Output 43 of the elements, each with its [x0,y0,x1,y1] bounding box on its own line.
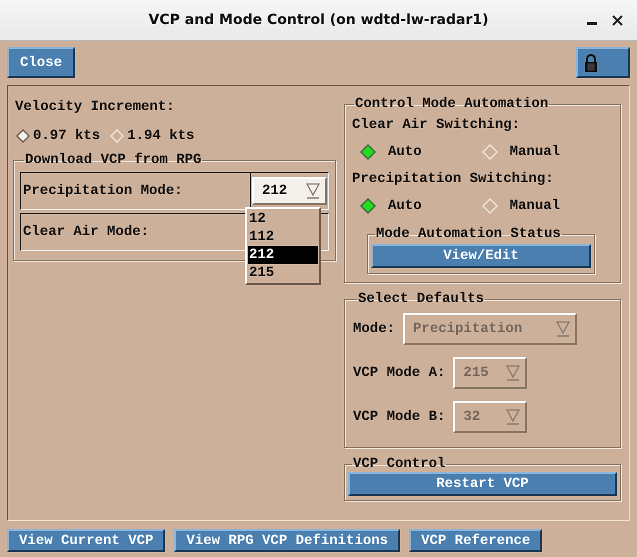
dropdown-option[interactable]: 215 [248,264,318,282]
diamond-icon [360,198,376,214]
group-title: VCP Control [352,456,446,472]
close-icon[interactable] [612,15,623,26]
velocity-increment-label: Velocity Increment: [14,98,176,117]
dropdown-option[interactable]: 112 [248,228,318,246]
velocity-radio[interactable]: 1.94 kts [110,128,194,144]
view-edit-button[interactable]: View/Edit [371,244,591,268]
lock-button[interactable] [576,47,630,78]
dropdown-arrow-icon [505,365,522,381]
diamond-icon [360,144,376,160]
field-label: VCP Mode A: [353,365,446,381]
switching-label: Clear Air Switching: [351,116,522,135]
dropdown-arrow-icon [555,321,572,337]
footer-button[interactable]: View RPG VCP Definitions [174,529,400,552]
switching-radio[interactable]: Manual [482,198,560,214]
window-title: VCP and Mode Control (on wdtd-lw-radar1) [148,12,488,28]
switching-radio[interactable]: Auto [360,144,422,160]
diamond-icon [110,129,124,143]
dropdown-option[interactable]: 212 [248,246,318,264]
restart-vcp-button[interactable]: Restart VCP [348,472,617,496]
dropdown-arrow-icon [305,183,321,199]
diamond-icon [16,129,30,143]
close-button[interactable]: Close [7,47,75,78]
switching-radio[interactable]: Auto [360,198,422,214]
field-label: Mode: [353,321,396,337]
lock-icon [584,54,598,72]
group-title: Control Mode Automation [354,96,550,112]
group-title: Select Defaults [357,291,486,307]
field-label: VCP Mode B: [353,409,446,425]
minimize-icon[interactable] [587,22,597,26]
footer-button[interactable]: View Current VCP [7,529,166,552]
dropdown-arrow-icon [505,409,522,425]
dropdown-option[interactable]: 12 [248,210,318,228]
switching-label: Precipitation Switching: [351,170,555,189]
group-title: Mode Automation Status [375,226,562,242]
diamond-icon [482,198,498,214]
group-title: Download VCP from RPG [24,152,202,168]
footer-button[interactable]: VCP Reference [409,529,542,552]
switching-radio[interactable]: Manual [482,144,560,160]
velocity-radio[interactable]: 0.97 kts [16,128,100,144]
precipitation-mode-dropdown[interactable]: 212 [252,177,327,205]
diamond-icon [482,144,498,160]
